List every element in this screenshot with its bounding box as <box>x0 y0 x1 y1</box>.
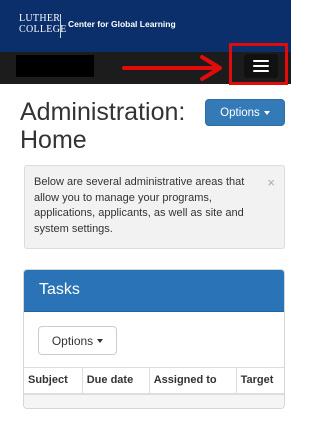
hamburger-menu-button[interactable] <box>244 54 278 78</box>
caret-down-icon <box>97 338 104 343</box>
redacted-area <box>16 55 94 77</box>
alert-text: Below are several administrative areas t… <box>34 176 245 235</box>
tasks-table-header-row: Subject Due date Assigned to Target <box>24 367 284 395</box>
info-alert: Below are several administrative areas t… <box>24 165 285 249</box>
brand-divider <box>60 14 61 38</box>
page-options-label: Options <box>220 106 260 119</box>
column-header-target[interactable]: Target <box>236 367 284 395</box>
logo-line-1: LUTHER <box>19 13 61 24</box>
column-header-assigned-to[interactable]: Assigned to <box>149 367 237 395</box>
tasks-table: Subject Due date Assigned to Target <box>24 367 284 408</box>
tasks-options-label: Options <box>51 333 94 348</box>
luther-college-logo[interactable]: LUTHER COLLEGE <box>19 13 67 41</box>
page-options-button[interactable]: Options <box>205 99 285 126</box>
column-header-due-date[interactable]: Due date <box>82 367 150 395</box>
logo-line-2: COLLEGE <box>19 24 67 35</box>
caret-down-icon <box>263 110 270 115</box>
tasks-panel-heading: Tasks <box>24 270 284 312</box>
brand-name[interactable]: Center for Global Learning <box>68 19 176 29</box>
red-arrow-annotation <box>122 55 222 81</box>
tasks-options-button[interactable]: Options <box>38 326 117 355</box>
empty-row-cell <box>24 393 284 408</box>
page-title: Administration: Home <box>20 98 186 154</box>
tasks-panel: Tasks Options Subject Due date Assigned … <box>23 269 285 409</box>
column-header-subject[interactable]: Subject <box>24 367 83 395</box>
table-row <box>24 393 284 408</box>
close-icon[interactable]: × <box>267 176 275 189</box>
tasks-panel-title: Tasks <box>39 281 80 298</box>
